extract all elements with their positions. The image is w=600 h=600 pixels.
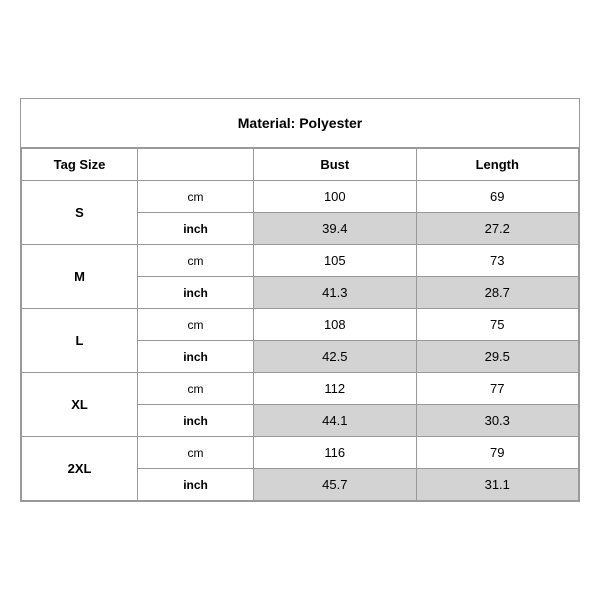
unit-inch-cell: inch — [138, 213, 254, 245]
unit-inch-cell: inch — [138, 469, 254, 501]
tag-size-cell: S — [22, 181, 138, 245]
bust-inch-value: 41.3 — [254, 277, 416, 309]
table-body: Scm10069inch39.427.2Mcm10573inch41.328.7… — [22, 181, 579, 501]
header-length: Length — [416, 149, 578, 181]
bust-inch-value: 39.4 — [254, 213, 416, 245]
header-tag-size: Tag Size — [22, 149, 138, 181]
length-inch-value: 31.1 — [416, 469, 578, 501]
length-inch-value: 30.3 — [416, 405, 578, 437]
unit-cm-cell: cm — [138, 373, 254, 405]
tag-size-cell: L — [22, 309, 138, 373]
header-bust: Bust — [254, 149, 416, 181]
bust-cm-value: 112 — [254, 373, 416, 405]
tag-size-cell: M — [22, 245, 138, 309]
unit-cm-cell: cm — [138, 181, 254, 213]
length-cm-value: 75 — [416, 309, 578, 341]
length-inch-value: 28.7 — [416, 277, 578, 309]
bust-cm-value: 108 — [254, 309, 416, 341]
unit-inch-cell: inch — [138, 405, 254, 437]
unit-cm-cell: cm — [138, 437, 254, 469]
size-chart-container: Material: Polyester Tag Size Bust Length… — [20, 98, 580, 502]
tag-size-cell: 2XL — [22, 437, 138, 501]
table-row: Mcm10573 — [22, 245, 579, 277]
table-row: Lcm10875 — [22, 309, 579, 341]
length-inch-value: 27.2 — [416, 213, 578, 245]
bust-inch-value: 45.7 — [254, 469, 416, 501]
bust-inch-value: 44.1 — [254, 405, 416, 437]
table-header-row: Tag Size Bust Length — [22, 149, 579, 181]
length-inch-value: 29.5 — [416, 341, 578, 373]
chart-title: Material: Polyester — [21, 99, 579, 148]
length-cm-value: 69 — [416, 181, 578, 213]
unit-cm-cell: cm — [138, 309, 254, 341]
size-table: Tag Size Bust Length Scm10069inch39.427.… — [21, 148, 579, 501]
bust-cm-value: 100 — [254, 181, 416, 213]
table-row: XLcm11277 — [22, 373, 579, 405]
length-cm-value: 77 — [416, 373, 578, 405]
unit-cm-cell: cm — [138, 245, 254, 277]
length-cm-value: 73 — [416, 245, 578, 277]
bust-inch-value: 42.5 — [254, 341, 416, 373]
unit-inch-cell: inch — [138, 277, 254, 309]
header-empty — [138, 149, 254, 181]
table-row: Scm10069 — [22, 181, 579, 213]
tag-size-cell: XL — [22, 373, 138, 437]
bust-cm-value: 116 — [254, 437, 416, 469]
length-cm-value: 79 — [416, 437, 578, 469]
unit-inch-cell: inch — [138, 341, 254, 373]
bust-cm-value: 105 — [254, 245, 416, 277]
table-row: 2XLcm11679 — [22, 437, 579, 469]
